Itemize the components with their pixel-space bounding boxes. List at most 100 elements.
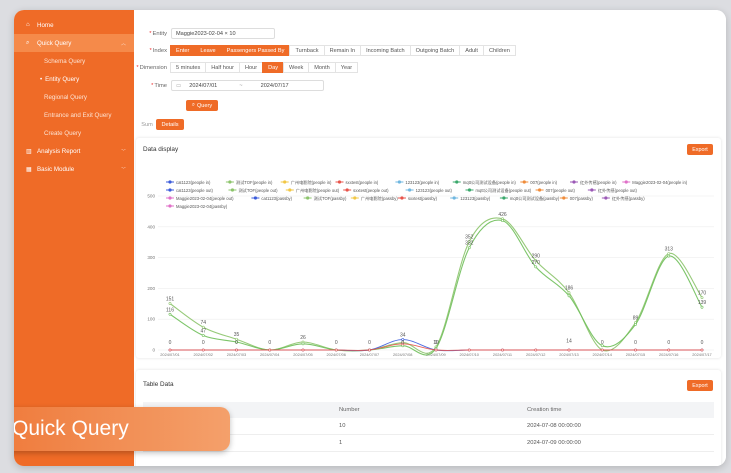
legend-entry: 红外传感(people in) <box>580 179 617 186</box>
data-label: 426 <box>498 212 507 218</box>
dimension-option[interactable]: Year <box>334 62 359 73</box>
index-option[interactable]: Children <box>482 45 516 56</box>
sidebar-item-label: Entrance and Exit Query <box>44 111 112 119</box>
data-label: 139 <box>698 300 707 306</box>
sidebar-item-home[interactable]: ⌂ Home <box>14 16 134 34</box>
legend-marker <box>283 180 287 184</box>
time-start: 2024/07/01 <box>189 82 218 89</box>
data-label: 332 <box>465 241 474 247</box>
index-option[interactable]: Adult <box>459 45 484 56</box>
tab-details[interactable]: Details <box>156 119 184 130</box>
legend-entry: Maggie2023-02-04(people out) <box>176 196 234 201</box>
dimension-option[interactable]: Half hour <box>205 62 240 73</box>
time-range-picker[interactable]: ▭ 2024/07/01 ~ 2024/07/17 <box>171 80 324 91</box>
table-cell: 1 <box>339 440 343 446</box>
data-label: 0 <box>335 340 338 346</box>
sidebar-item-quick-query[interactable]: ⌕ Quick Query ︿ <box>14 34 134 52</box>
quick-query-banner: Quick Query <box>14 407 230 451</box>
time-label: *Time <box>151 82 167 89</box>
legend-entry: 红外传感(people out) <box>598 187 638 194</box>
data-label: 170 <box>698 291 707 297</box>
calendar-icon: ▭ <box>176 82 182 89</box>
data-label: 47 <box>200 329 206 335</box>
index-option[interactable]: Incoming Batch <box>360 45 411 56</box>
legend-marker <box>400 196 404 200</box>
query-button[interactable]: ⌕ Query <box>186 100 218 111</box>
x-tick-label: 2024/07/03 <box>227 352 246 357</box>
sidebar-item-basic-module[interactable]: ▦ Basic Module ﹀ <box>14 160 134 178</box>
legend-entry: 123123(people in) <box>405 180 439 185</box>
index-option[interactable]: Remain In <box>323 45 362 56</box>
index-option[interactable]: Turnback <box>289 45 325 56</box>
legend-entry: sxxtest(people out) <box>353 188 389 193</box>
legend-entry: 广州电影院(people out) <box>296 187 340 194</box>
data-label: 0 <box>435 340 438 346</box>
table-cell: 2024-07-09 00:00:00 <box>527 440 581 446</box>
data-point <box>301 348 305 352</box>
chevron-down-icon: ﹀ <box>120 166 126 173</box>
dimension-option[interactable]: Day <box>262 62 285 73</box>
data-point <box>567 348 571 352</box>
dimension-option[interactable]: Week <box>283 62 310 73</box>
sidebar: ⌂ Home ⌕ Quick Query ︿ Schema Query • Ent… <box>14 10 134 466</box>
home-icon: ⌂ <box>26 22 30 28</box>
entity-row: *Entity Maggie2023-02-04 × 10 <box>134 27 275 40</box>
data-point <box>501 348 504 352</box>
y-tick-label: 0 <box>152 348 155 353</box>
sidebar-item-schema-query[interactable]: Schema Query <box>14 52 134 70</box>
dimension-option[interactable]: Month <box>308 62 336 73</box>
legend-marker <box>288 188 292 192</box>
dimension-option[interactable]: Hour <box>238 62 264 73</box>
data-point <box>201 348 205 352</box>
main-content: *Entity Maggie2023-02-04 × 10 *Index Ent… <box>134 10 726 466</box>
data-label: 0 <box>667 340 670 346</box>
data-label: 151 <box>166 296 175 302</box>
series-line <box>169 219 703 356</box>
sidebar-item-label: Basic Module <box>37 165 75 173</box>
data-label: 89 <box>633 316 639 322</box>
data-label: 74 <box>200 320 206 326</box>
sidebar-item-create-query[interactable]: Create Query <box>14 124 134 142</box>
x-tick-label: 2024/07/14 <box>593 352 613 357</box>
sidebar-item-entity-query[interactable]: • Entity Query <box>14 70 134 88</box>
data-point <box>600 348 604 352</box>
legend-entry: 123123(people out) <box>416 188 453 193</box>
data-label: 290 <box>532 254 541 260</box>
legend-marker <box>345 188 349 192</box>
data-point <box>168 348 172 352</box>
data-point <box>700 348 704 352</box>
line-chart: cat1123(people in) 测试TOF(people in) 广州电影院(… <box>147 179 714 357</box>
data-label: 0 <box>268 340 271 346</box>
query-button-label: Query <box>196 102 213 109</box>
search-icon: ⌕ <box>26 39 30 46</box>
x-tick-label: 2024/07/10 <box>460 352 480 357</box>
x-tick-label: 2024/07/15 <box>626 352 645 357</box>
grid-icon: ▦ <box>26 166 32 173</box>
tab-sum[interactable]: Sum <box>138 119 156 130</box>
table-cell: 10 <box>339 423 346 429</box>
data-point <box>700 296 704 300</box>
legend-marker <box>408 188 412 192</box>
index-option[interactable]: Enter <box>170 45 196 56</box>
sidebar-item-analysis-report[interactable]: ▥ Analysis Report ﹀ <box>14 142 134 160</box>
index-option[interactable]: Leave <box>194 45 222 56</box>
data-point <box>467 348 471 352</box>
sidebar-item-regional-query[interactable]: Regional Query <box>14 88 134 106</box>
legend-entry: Maggie2023-02-04(people in) <box>632 180 688 185</box>
sidebar-item-label: Quick Query <box>37 39 72 47</box>
index-option[interactable]: Passengers Passed By <box>220 45 291 56</box>
chevron-down-icon: ﹀ <box>120 148 126 155</box>
data-label: 0 <box>701 340 704 346</box>
x-tick-label: 2024/07/05 <box>293 352 312 357</box>
data-label: 0 <box>235 340 238 346</box>
data-point <box>368 348 371 352</box>
dimension-option[interactable]: 5 minutes <box>170 62 207 73</box>
data-point <box>467 246 471 250</box>
legend-entry: 007(passby) <box>570 196 594 201</box>
entity-select[interactable]: Maggie2023-02-04 × 10 <box>171 28 275 39</box>
sidebar-item-entrance-exit-query[interactable]: Entrance and Exit Query <box>14 106 134 124</box>
legend-marker <box>604 196 608 200</box>
index-option[interactable]: Outgoing Batch <box>409 45 461 56</box>
export-button[interactable]: Export <box>687 380 713 391</box>
data-label: 0 <box>401 340 404 346</box>
